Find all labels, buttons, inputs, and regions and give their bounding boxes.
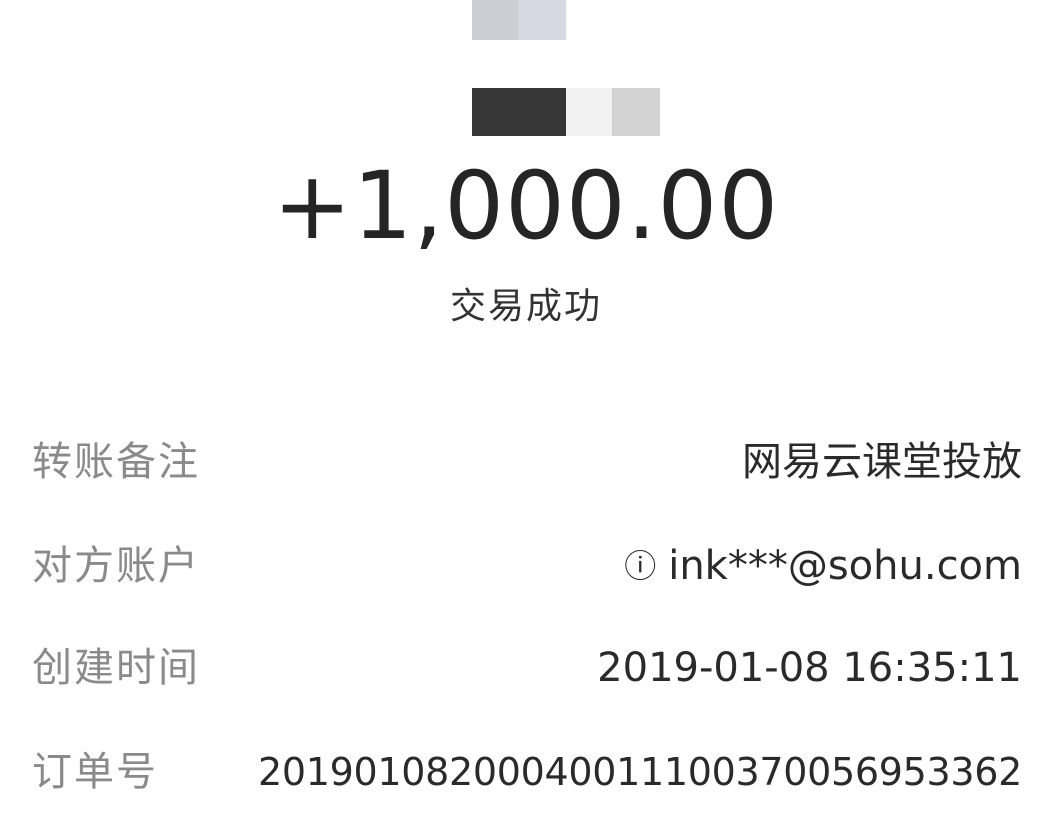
detail-row-created: 创建时间 2019-01-08 16:35:11 (32, 638, 1022, 698)
remark-label: 转账备注 (32, 439, 200, 485)
counterparty-label: 对方账户 (32, 543, 200, 589)
account-icon: ⓘ (624, 547, 657, 585)
detail-row-remark: 转账备注 网易云课堂投放 (32, 432, 1022, 492)
created-value: 2019-01-08 16:35:11 (597, 645, 1022, 691)
remark-value: 网易云课堂投放 (742, 439, 1022, 485)
created-label: 创建时间 (32, 645, 200, 691)
detail-row-order: 订单号 20190108200040011100370056953362 (32, 742, 1022, 802)
counterparty-value-wrap: ⓘ ink***@sohu.com (624, 536, 1022, 596)
counterparty-value: ink***@sohu.com (668, 543, 1022, 589)
order-value: 20190108200040011100370056953362 (257, 750, 1022, 794)
transaction-amount: +1,000.00 (272, 152, 780, 261)
transaction-status: 交易成功 (449, 286, 602, 327)
detail-row-counterparty[interactable]: 对方账户 ⓘ ink***@sohu.com (32, 536, 1022, 596)
order-label: 订单号 (32, 749, 158, 795)
